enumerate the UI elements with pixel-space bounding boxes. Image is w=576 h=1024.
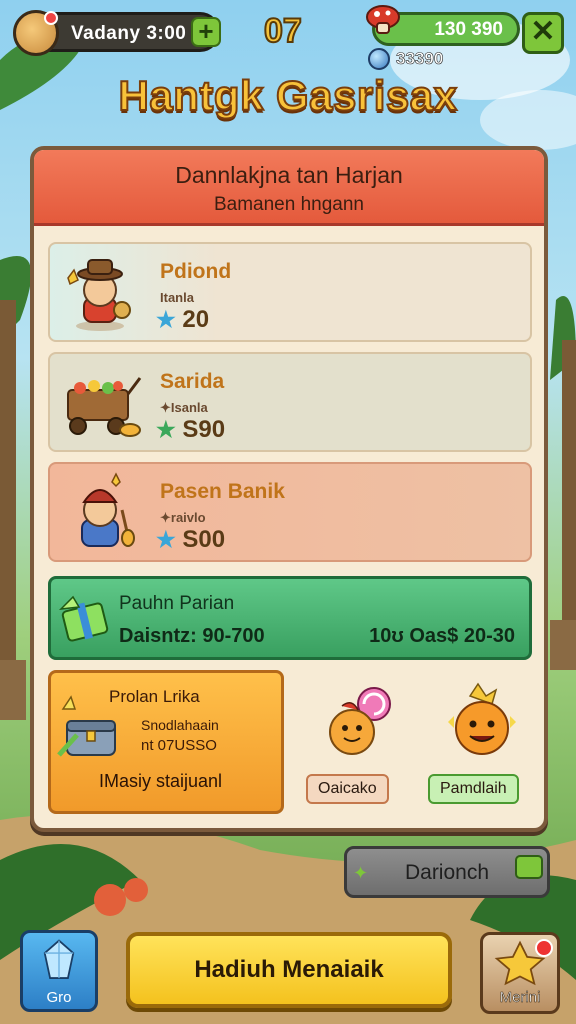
- row-name: Sarida: [160, 370, 225, 393]
- item-tile[interactable]: Oaicako: [304, 682, 414, 822]
- row-name: Pasen Banik: [160, 480, 285, 503]
- row-price-value: S90: [182, 416, 226, 443]
- page-title: Hantgk Gasrisax: [118, 71, 459, 120]
- green-offer-bar[interactable]: Pauhn Parian Daisntz: 90-700 10ʊ Oas$ 20…: [48, 576, 532, 660]
- side-action-badge-icon: [515, 855, 543, 879]
- offer-action: IMasiy staijuanl: [99, 771, 223, 791]
- avatar[interactable]: [13, 10, 59, 56]
- item-label: Oaicako: [306, 774, 389, 804]
- gem-label: 130 390: [434, 19, 503, 40]
- gem-orb-icon: [368, 48, 390, 70]
- panel-header-title: Dannlakjna tan Harjan: [175, 162, 403, 188]
- villager-character-icon: [81, 472, 135, 547]
- row-price: ★ S90: [156, 416, 225, 444]
- candy-creature-icon: [329, 687, 391, 755]
- coin-counter: Vadany 3:00 +: [13, 10, 221, 56]
- row-sub: ✦raivlo: [160, 510, 206, 525]
- item-tile[interactable]: Pamdlaih: [426, 682, 536, 822]
- gem-shop-button[interactable]: Gro: [20, 930, 98, 1012]
- offer-right-value: 10ʊ Oas$ 20-30: [369, 625, 515, 647]
- item-label: Pamdlaih: [428, 774, 519, 804]
- row-price: ★ S00: [156, 526, 225, 554]
- offer-name: Pauhn Parian: [119, 593, 235, 614]
- gem-counter: 130 390: [366, 5, 520, 46]
- gem-sub-label: 33390: [396, 49, 444, 69]
- mushroom-icon: [366, 5, 400, 34]
- coin-label: Vadany 3:00: [71, 23, 187, 44]
- offer-subtitle: Snodlahaain: [141, 717, 219, 733]
- notification-badge-icon: [535, 939, 553, 957]
- claim-reward-label: Hadiuh Menaiaik: [194, 956, 384, 983]
- shop-row[interactable]: Sarida ✦Isanla ★ S90: [48, 352, 532, 452]
- row-sub: ✦Isanla: [160, 400, 208, 415]
- star-icon: ★: [156, 527, 176, 552]
- special-offer-box[interactable]: Prolan Lrika Snodlahaain nt 07USSO IMasi…: [48, 670, 284, 814]
- gem-shop-label: Gro: [46, 989, 72, 1006]
- gift-box-icon: [58, 595, 109, 642]
- row-sub: Itanla: [160, 290, 194, 305]
- row-price: ★ 20: [156, 306, 209, 334]
- row-price-value: 20: [182, 306, 210, 333]
- offer-title: Prolan Lrika: [109, 687, 200, 706]
- menu-button[interactable]: Merini: [480, 932, 560, 1014]
- panel-header-subtitle: Bamanen hngann: [213, 194, 364, 215]
- row-name: Pdiond: [160, 260, 232, 283]
- star-icon: ★: [156, 417, 176, 442]
- row-price-value: S00: [182, 526, 226, 553]
- panel-header: Dannlakjna tan Harjan Bamanen hngann: [34, 150, 544, 226]
- cart-icon: [67, 377, 142, 437]
- add-coins-button[interactable]: +: [191, 17, 221, 47]
- offer-left-value: Daisntz: 90-700: [119, 625, 265, 647]
- menu-label: Merini: [499, 989, 541, 1007]
- shop-row[interactable]: Pasen Banik ✦raivlo ★ S00: [48, 462, 532, 562]
- sun-creature-icon: [448, 682, 516, 755]
- shop-row[interactable]: Pdiond Itanla ★ 20: [48, 242, 532, 342]
- shop-panel: Dannlakjna tan Harjan Bamanen hngann Pdi…: [30, 146, 548, 832]
- timer-display: 07: [263, 11, 303, 51]
- close-button[interactable]: ✕: [522, 12, 564, 54]
- claim-reward-button[interactable]: Hadiuh Menaiaik: [126, 932, 452, 1008]
- top-bar: Vadany 3:00 + 07 130 390 33390 ✕: [0, 5, 576, 70]
- adventurer-character-icon: [67, 259, 131, 331]
- notification-dot-icon: [44, 11, 58, 25]
- side-action-button[interactable]: ✦ Darionch: [344, 846, 550, 898]
- crystal-icon: [43, 939, 75, 979]
- star-icon: ★: [156, 307, 176, 332]
- offer-price: nt 07USSO: [141, 737, 217, 754]
